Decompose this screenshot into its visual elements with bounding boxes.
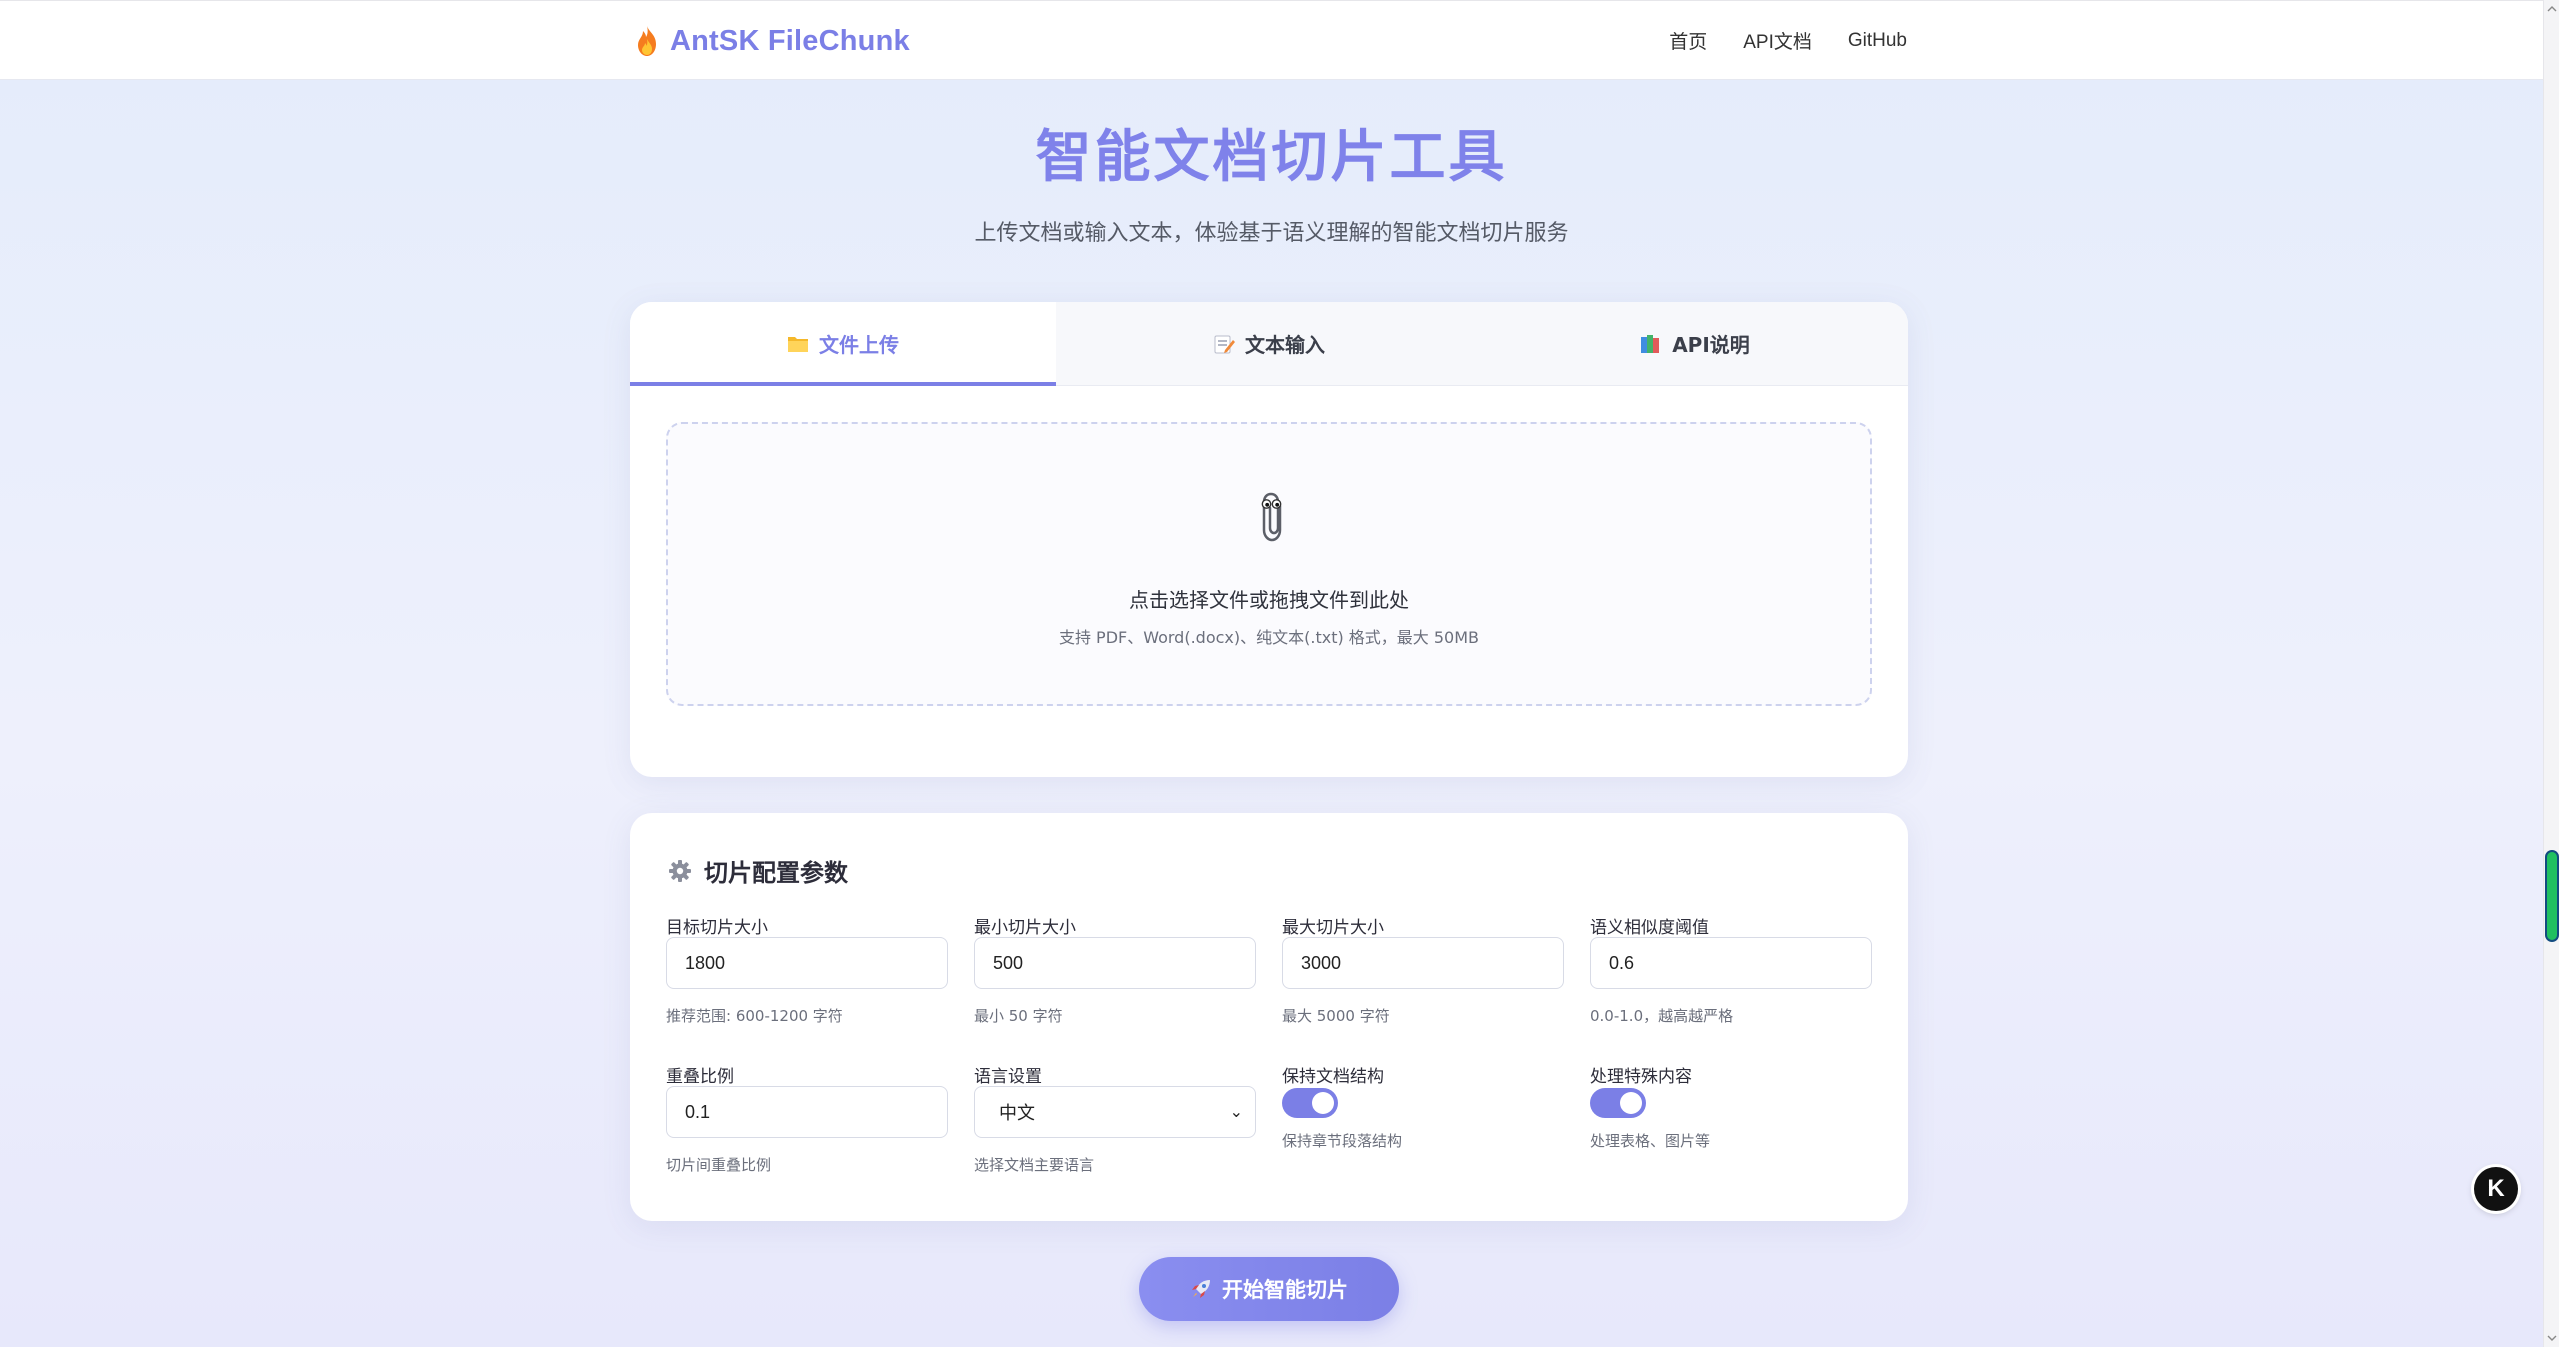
folder-icon: [788, 336, 808, 352]
field-help: 最小 50 字符: [974, 1007, 1063, 1025]
field-label: 最大切片大小: [1282, 918, 1384, 938]
gear-icon: [669, 859, 691, 882]
upload-prompt: 点击选择文件或拖拽文件到此处: [1129, 588, 1409, 612]
tab-api-info[interactable]: API说明: [1482, 302, 1908, 385]
field-label: 最小切片大小: [974, 918, 1076, 938]
field-help: 切片间重叠比例: [666, 1156, 772, 1174]
field-keep-structure: 保持文档结构 保持章节段落结构: [1282, 1062, 1564, 1150]
tab-text-input[interactable]: 文本输入: [1056, 302, 1482, 385]
field-help: 选择文档主要语言: [974, 1156, 1095, 1174]
rocket-icon: [1192, 1280, 1210, 1298]
field-label: 重叠比例: [666, 1067, 734, 1087]
scrollbar[interactable]: [2543, 0, 2559, 1347]
field-help: 最大 5000 字符: [1282, 1007, 1390, 1025]
start-button-label: 开始智能切片: [1222, 1278, 1348, 1302]
field-label: 处理特殊内容: [1590, 1067, 1692, 1087]
field-help: 处理表格、图片等: [1590, 1132, 1711, 1150]
page-subtitle: 上传文档或输入文本，体验基于语义理解的智能文档切片服务: [974, 221, 1569, 246]
tab-label: API说明: [1672, 333, 1750, 357]
min-size-input[interactable]: 500: [974, 937, 1256, 989]
paperclip-icon: [1261, 492, 1282, 542]
scroll-up-icon[interactable]: [2547, 4, 2557, 14]
field-help: 0.0-1.0，越高越严格: [1590, 1007, 1734, 1025]
field-label: 目标切片大小: [666, 918, 768, 938]
page-title: 智能文档切片工具: [1035, 125, 1508, 190]
brand-name: AntSK FileChunk: [670, 24, 910, 57]
field-max-size: 最大切片大小 3000 最大 5000 字符: [1282, 913, 1564, 1025]
similarity-threshold-input[interactable]: 0.6: [1590, 937, 1872, 989]
start-chunking-button[interactable]: 开始智能切片: [1139, 1257, 1399, 1321]
field-label: 语义相似度阈值: [1590, 918, 1709, 938]
flame-icon: [638, 26, 656, 56]
field-language: 语言设置 中文 ⌄ 选择文档主要语言: [974, 1062, 1256, 1174]
memo-icon: [1214, 335, 1235, 353]
field-target-size: 目标切片大小 1800 推荐范围: 600-1200 字符: [666, 913, 948, 1025]
tab-label: 文件上传: [819, 333, 899, 357]
brand[interactable]: AntSK FileChunk: [634, 23, 910, 59]
tab-bar: 文件上传 文本输入 API说明: [630, 302, 1908, 386]
target-size-input[interactable]: 1800: [666, 937, 948, 989]
max-size-input[interactable]: 3000: [1282, 937, 1564, 989]
upload-hint: 支持 PDF、Word(.docx)、纯文本(.txt) 格式，最大 50MB: [1058, 628, 1480, 647]
language-select-value: 中文: [999, 1103, 1035, 1123]
main-nav: 首页 API文档 GitHub: [1669, 27, 1907, 54]
nav-api-docs[interactable]: API文档: [1743, 27, 1812, 54]
special-content-toggle[interactable]: [1590, 1088, 1646, 1118]
language-select[interactable]: 中文 ⌄: [974, 1086, 1256, 1138]
nav-home[interactable]: 首页: [1669, 27, 1707, 54]
config-title: 切片配置参数: [704, 859, 848, 887]
toggle-knob: [1312, 1092, 1334, 1114]
upload-card: 文件上传 文本输入 API说明 点击选择文件或拖拽文件到此处 支持 PDF、Wo…: [630, 302, 1908, 777]
field-label: 语言设置: [974, 1067, 1042, 1087]
overlap-ratio-input[interactable]: 0.1: [666, 1086, 948, 1138]
books-icon: [1641, 334, 1660, 353]
file-dropzone[interactable]: 点击选择文件或拖拽文件到此处 支持 PDF、Word(.docx)、纯文本(.t…: [666, 422, 1872, 706]
scroll-thumb[interactable]: [2547, 852, 2557, 940]
field-similarity-threshold: 语义相似度阈值 0.6 0.0-1.0，越高越严格: [1590, 913, 1872, 1025]
field-help: 推荐范围: 600-1200 字符: [666, 1007, 843, 1025]
scroll-down-icon[interactable]: [2547, 1333, 2557, 1343]
tab-label: 文本输入: [1245, 333, 1325, 357]
field-overlap-ratio: 重叠比例 0.1 切片间重叠比例: [666, 1062, 948, 1174]
keep-structure-toggle[interactable]: [1282, 1088, 1338, 1118]
floating-assistant-button[interactable]: K: [2474, 1167, 2518, 1211]
field-help: 保持章节段落结构: [1282, 1132, 1403, 1150]
field-special-content: 处理特殊内容 处理表格、图片等: [1590, 1062, 1872, 1150]
config-card: 切片配置参数 目标切片大小 1800 推荐范围: 600-1200 字符 最小切…: [630, 813, 1908, 1221]
field-label: 保持文档结构: [1282, 1067, 1384, 1087]
field-min-size: 最小切片大小 500 最小 50 字符: [974, 913, 1256, 1025]
config-header: 切片配置参数: [668, 853, 848, 888]
chevron-down-icon: ⌄: [1229, 1104, 1243, 1121]
nav-github[interactable]: GitHub: [1848, 30, 1907, 52]
toggle-knob: [1620, 1092, 1642, 1114]
top-navbar: AntSK FileChunk 首页 API文档 GitHub: [0, 0, 2543, 80]
tab-file-upload[interactable]: 文件上传: [630, 302, 1056, 386]
